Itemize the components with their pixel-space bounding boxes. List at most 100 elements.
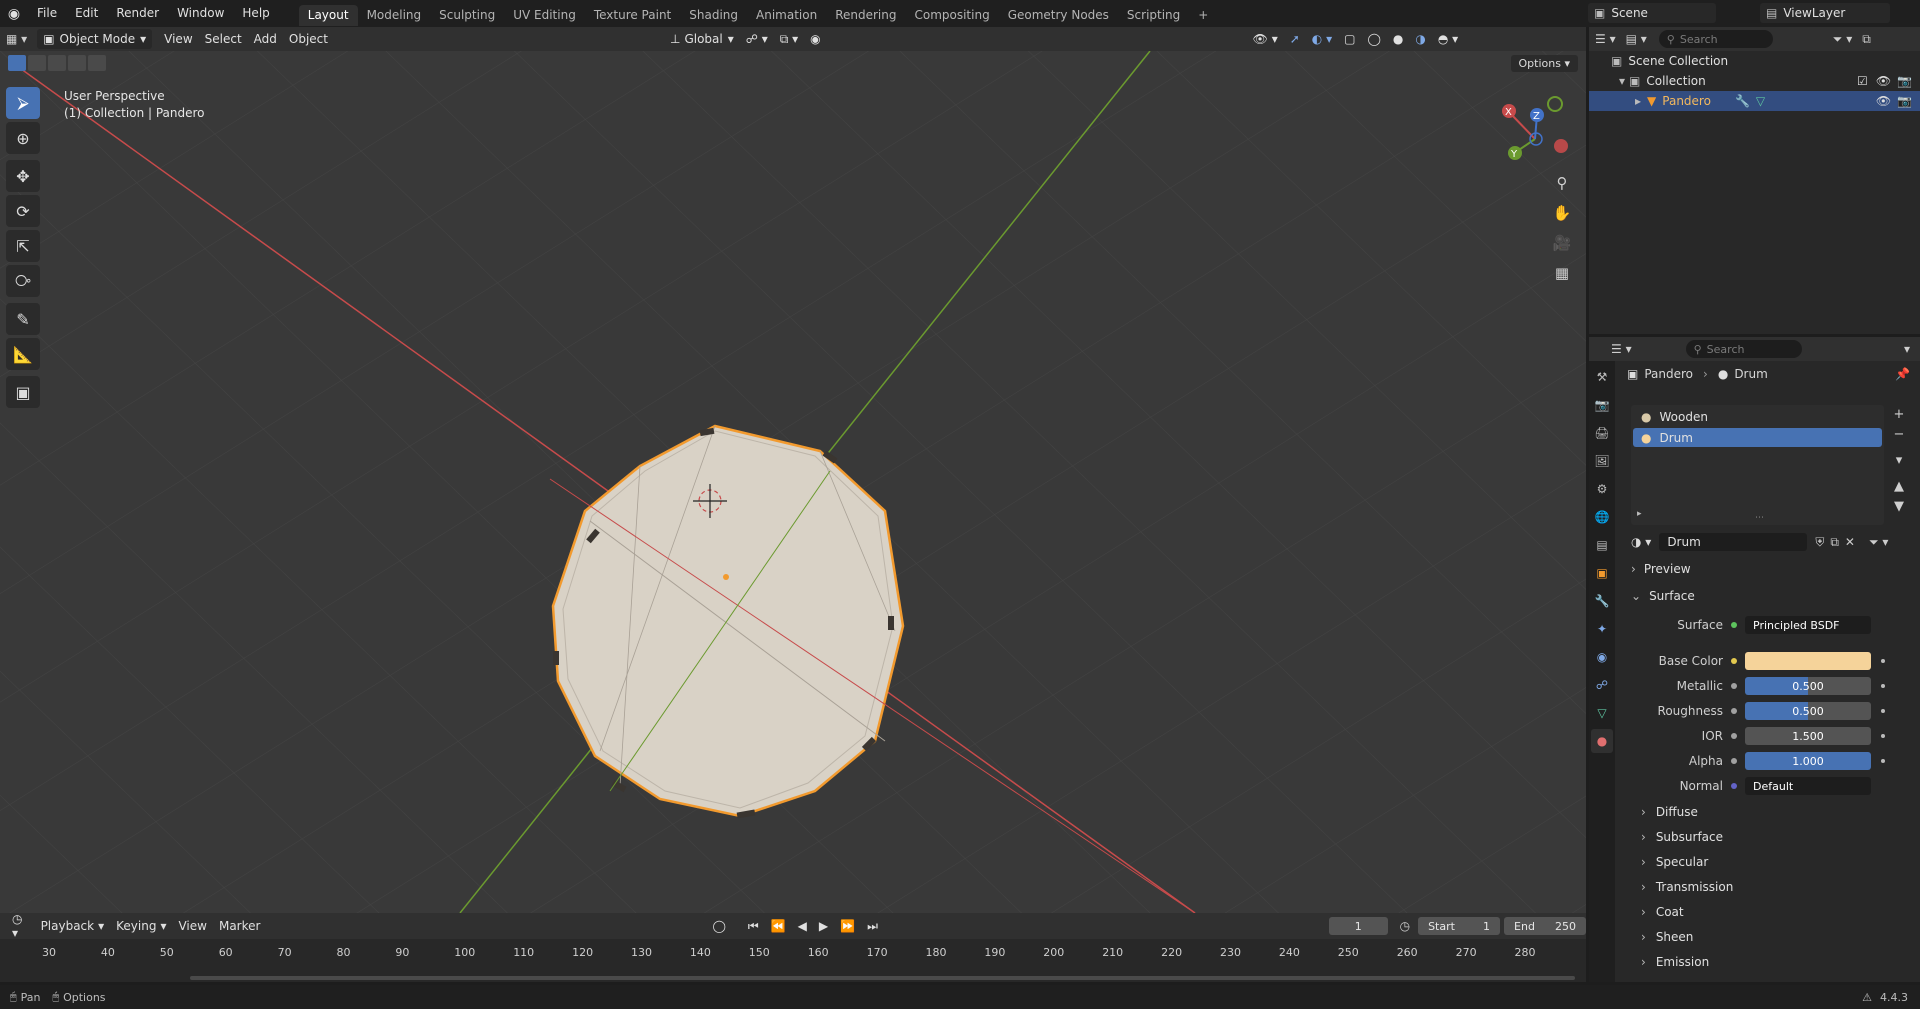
timeline-editor-icon[interactable]: ◷ ▾ [6,912,35,940]
tab-compositing[interactable]: Compositing [905,5,998,26]
collection-tab-icon[interactable]: ▤ [1591,533,1613,557]
expand-triangle-icon[interactable]: ▸ [1637,509,1642,519]
material-tab-icon[interactable]: ● [1591,729,1613,753]
world-tab-icon[interactable]: 🌐 [1591,505,1613,529]
object-menu[interactable]: Object [283,29,334,49]
select-menu[interactable]: Select [199,29,248,49]
measure-tool-icon[interactable]: 📐 [6,338,40,370]
fake-user-shield-icon[interactable]: ⛨ [1815,535,1824,550]
viewport-options-button[interactable]: Options ▾ [1510,55,1578,72]
constraints-tab-icon[interactable]: ☍ [1591,673,1613,697]
select-invert-icon[interactable] [88,55,106,71]
blender-logo-icon[interactable]: ◉ [0,0,28,27]
view-layer-selector[interactable]: ▤ ViewLayer [1760,3,1890,23]
ortho-toggle-icon[interactable]: ▦ [1548,259,1576,287]
outliner-row-pandero[interactable]: ▸ ▼ Pandero 🔧 ▽ 👁 📷 [1589,91,1920,111]
jump-start-icon[interactable]: ⏮ [742,916,765,936]
tab-animation[interactable]: Animation [747,5,826,26]
tab-scripting[interactable]: Scripting [1118,5,1189,26]
marker-menu[interactable]: Marker [213,916,266,936]
chevron-down-icon[interactable]: ▾ [1904,342,1910,356]
subpanel-coat[interactable]: › Coat [1641,901,1920,923]
physics-tab-icon[interactable]: ◉ [1591,645,1613,669]
overlay-toggle-icon[interactable]: ◐ ▾ [1306,29,1338,49]
camera-icon[interactable]: 📷 [1897,74,1912,88]
outliner-row-collection[interactable]: ▾ ▣ Collection ☑ 👁 📷 [1589,71,1920,91]
cursor-tool-icon[interactable]: ⊕ [6,122,40,154]
base-color-swatch[interactable] [1745,652,1871,670]
properties-editor-icon[interactable]: ☰ ▾ [1611,342,1632,356]
display-mode-icon[interactable]: ▤ ▾ [1626,32,1647,46]
outliner-row-scene-collection[interactable]: ▣ Scene Collection [1589,51,1920,71]
zoom-icon[interactable]: ⚲ [1548,169,1576,197]
timeline-scrollbar[interactable] [190,976,1575,980]
menu-window[interactable]: Window [168,0,233,27]
prev-keyframe-icon[interactable]: ⏪ [765,916,792,936]
move-down-icon[interactable]: ▼ [1889,497,1909,517]
surface-shader-field[interactable]: Principled BSDF [1745,616,1871,634]
3d-viewport[interactable]: X Y Z User Perspective (1) Collection | … [0,51,1586,913]
start-frame-field[interactable]: Start 1 [1418,917,1501,935]
filter-icon[interactable]: ⏷ ▾ [1833,32,1852,47]
browse-material-icon[interactable]: ◑ ▾ [1631,535,1651,549]
checkbox-icon[interactable]: ☑ [1857,74,1868,88]
clock-icon[interactable]: ◷ [1400,919,1410,933]
play-reverse-icon[interactable]: ◀ [792,916,813,936]
subpanel-subsurface[interactable]: › Subsurface [1641,826,1920,848]
remove-slot-icon[interactable]: − [1889,425,1909,445]
next-keyframe-icon[interactable]: ⏩ [834,916,861,936]
material-name-field[interactable]: Drum [1659,533,1808,551]
slot-specials-icon[interactable]: ▾ [1889,451,1909,471]
scale-tool-icon[interactable]: ⇱ [6,230,40,262]
view-layer-tab-icon[interactable]: 🖼 [1591,449,1613,473]
visibility-icon[interactable]: 👁 ▾ [1247,29,1284,49]
subpanel-emission[interactable]: › Emission [1641,951,1920,973]
outliner-editor-icon[interactable]: ☰ ▾ [1595,32,1616,46]
roughness-slider[interactable]: 0.500 [1745,702,1871,720]
material-filter-icon[interactable]: ⏷ ▾ [1869,535,1888,550]
data-tab-icon[interactable]: ▽ [1591,701,1613,725]
metallic-slider[interactable]: 0.500 [1745,677,1871,695]
keyframe-dot-icon[interactable] [1881,759,1885,763]
pin-icon[interactable]: 📌 [1895,367,1910,381]
particles-tab-icon[interactable]: ✦ [1591,617,1613,641]
transform-tool-icon[interactable]: ⧂ [6,265,40,297]
pan-hand-icon[interactable]: ✋ [1548,199,1576,227]
properties-search-input[interactable]: ⚲ Search [1685,340,1802,358]
move-up-icon[interactable]: ▲ [1889,477,1909,497]
wireframe-shading-icon[interactable]: ◯ [1361,29,1386,49]
proportional-edit-icon[interactable]: ◉ [804,29,826,49]
alpha-slider[interactable]: 1.000 [1745,752,1871,770]
scene-selector[interactable]: ▣ Scene [1588,3,1716,23]
subpanel-diffuse[interactable]: › Diffuse [1641,801,1920,823]
render-tab-icon[interactable]: 📷 [1591,393,1613,417]
chevron-down-icon[interactable]: ▾ [1619,74,1625,88]
menu-edit[interactable]: Edit [66,0,107,27]
subpanel-specular[interactable]: › Specular [1641,851,1920,873]
eye-icon[interactable]: 👁 [1876,74,1891,88]
keying-menu[interactable]: Keying ▾ [110,916,172,936]
menu-help[interactable]: Help [233,0,278,27]
normal-field[interactable]: Default [1745,777,1871,795]
end-frame-field[interactable]: End 250 [1504,917,1587,935]
annotate-tool-icon[interactable]: ✎ [6,303,40,335]
playback-menu[interactable]: Playback ▾ [35,916,111,936]
timeline-ruler[interactable]: 30 40 50 60 70 80 90 100 110 120 130 140 150 160 170 18… [0,939,1586,982]
move-tool-icon[interactable]: ✥ [6,160,40,192]
select-intersect-icon[interactable] [68,55,86,71]
current-frame-field[interactable]: 1 [1328,917,1388,935]
add-cube-tool-icon[interactable]: ▣ [6,376,40,408]
tab-geometry-nodes[interactable]: Geometry Nodes [999,5,1118,26]
select-extend-icon[interactable] [28,55,46,71]
subpanel-transmission[interactable]: › Transmission [1641,876,1920,898]
chevron-right-icon[interactable]: ▸ [1635,94,1641,108]
add-slot-icon[interactable]: + [1889,405,1909,425]
tab-layout[interactable]: Layout [298,4,358,26]
eye-icon[interactable]: 👁 [1876,94,1891,108]
timeline-view-menu[interactable]: View [172,916,212,936]
keyframe-dot-icon[interactable] [1881,684,1885,688]
tab-modeling[interactable]: Modeling [358,5,431,26]
rendered-shading-icon[interactable]: ◓ ▾ [1432,29,1464,49]
snap-icon[interactable]: ⧉ ▾ [774,29,804,49]
auto-keying-icon[interactable]: ◯ [706,916,731,936]
